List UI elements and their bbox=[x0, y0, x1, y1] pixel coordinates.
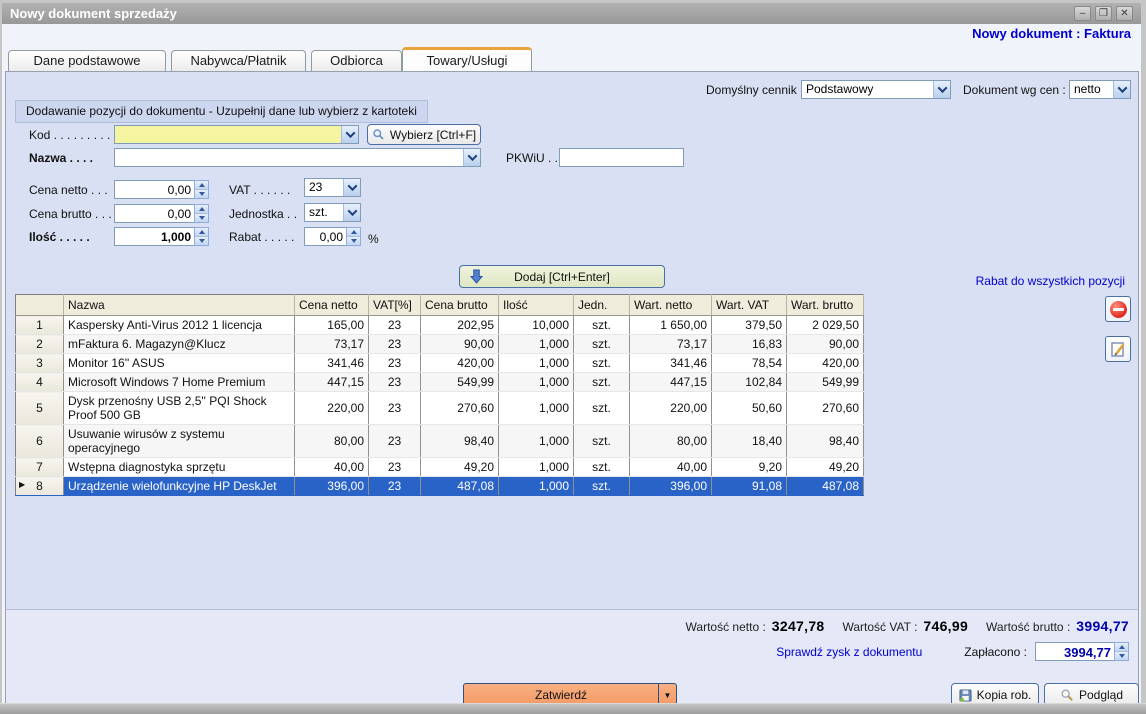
col-cena-brutto: Cena brutto bbox=[421, 295, 499, 316]
col-vat: VAT[%] bbox=[369, 295, 421, 316]
window-controls: – ❐ ✕ bbox=[1074, 6, 1133, 21]
wartosc-netto-label: Wartość netto : bbox=[686, 620, 766, 634]
window-title: Nowy dokument sprzedaży bbox=[10, 6, 177, 21]
maximize-icon[interactable]: ❐ bbox=[1095, 6, 1112, 21]
spin-up-icon[interactable] bbox=[195, 228, 208, 237]
chevron-down-icon[interactable] bbox=[933, 81, 950, 98]
pkwiu-label: PKWiU . . bbox=[506, 151, 558, 165]
tab-towary-uslugi[interactable]: Towary/Usługi bbox=[402, 47, 532, 71]
search-icon bbox=[372, 128, 385, 141]
spin-down-icon[interactable] bbox=[347, 237, 360, 245]
row-selector-icon: ▶ bbox=[19, 480, 25, 489]
col-rowno bbox=[16, 295, 64, 316]
ilosc-spinner[interactable]: 1,000 bbox=[114, 227, 209, 246]
edit-icon bbox=[1110, 341, 1127, 358]
chevron-down-icon[interactable] bbox=[341, 126, 358, 143]
wartosc-vat-value: 746,99 bbox=[923, 618, 968, 634]
paid-line: Sprawdź zysk z dokumentu Zapłacono : 399… bbox=[776, 642, 1129, 661]
col-jedn: Jedn. bbox=[574, 295, 630, 316]
add-item-section-header: Dodawanie pozycji do dokumentu - Uzupełn… bbox=[15, 100, 428, 123]
col-wart-vat: Wart. VAT bbox=[712, 295, 787, 316]
app-body: Nowy dokument : Faktura Dane podstawowe … bbox=[2, 24, 1141, 703]
spin-up-icon[interactable] bbox=[195, 205, 208, 214]
chevron-down-icon[interactable] bbox=[343, 179, 360, 196]
jednostka-label: Jednostka . . bbox=[229, 207, 297, 221]
minimize-icon[interactable]: – bbox=[1074, 6, 1091, 21]
jednostka-select[interactable]: szt. bbox=[304, 203, 361, 222]
ilosc-label: Ilość . . . . . bbox=[29, 230, 90, 244]
zaplacono-label: Zapłacono : bbox=[964, 645, 1027, 659]
table-row[interactable]: 1 Kaspersky Anti-Virus 2012 1 licencja 1… bbox=[16, 316, 864, 335]
rabat-label: Rabat . . . . . bbox=[229, 230, 294, 244]
totals-line: Wartość netto : 3247,78 Wartość VAT : 74… bbox=[686, 618, 1129, 634]
doc-prices-select[interactable]: netto bbox=[1069, 80, 1131, 99]
wybierz-button[interactable]: Wybierz [Ctrl+F] bbox=[367, 124, 481, 145]
vat-select[interactable]: 23 bbox=[304, 178, 361, 197]
tab-dane-podstawowe[interactable]: Dane podstawowe bbox=[8, 50, 166, 71]
col-nazwa: Nazwa bbox=[64, 295, 295, 316]
default-pricelist-label: Domyślny cennik : bbox=[706, 83, 803, 97]
magnifier-icon bbox=[1060, 688, 1074, 702]
save-icon bbox=[959, 689, 972, 702]
spin-down-icon[interactable] bbox=[195, 190, 208, 198]
edit-item-button[interactable] bbox=[1105, 336, 1131, 362]
table-row[interactable]: 5 Dysk przenośny USB 2,5'' PQI Shock Pro… bbox=[16, 392, 864, 425]
cena-brutto-label: Cena brutto . . . bbox=[29, 207, 112, 221]
vat-label: VAT . . . . . . bbox=[229, 183, 290, 197]
spin-up-icon[interactable] bbox=[1115, 643, 1128, 652]
spin-up-icon[interactable] bbox=[347, 228, 360, 237]
spin-up-icon[interactable] bbox=[195, 181, 208, 190]
wartosc-brutto-value: 3994,77 bbox=[1076, 618, 1129, 634]
rabat-unit-label: % bbox=[368, 232, 379, 246]
table-row[interactable]: 7 Wstępna diagnostyka sprzętu 40,00 23 4… bbox=[16, 458, 864, 477]
wartosc-netto-value: 3247,78 bbox=[772, 618, 825, 634]
wartosc-vat-label: Wartość VAT : bbox=[843, 620, 918, 634]
chevron-down-icon[interactable] bbox=[343, 204, 360, 221]
table-row[interactable]: 2 mFaktura 6. Magazyn@Klucz 73,17 23 90,… bbox=[16, 335, 864, 354]
doc-prices-label: Dokument wg cen : bbox=[963, 83, 1066, 97]
zaplacono-spinner[interactable]: 3994,77 bbox=[1035, 642, 1129, 661]
table-row[interactable]: 6 Usuwanie wirusów z systemu operacyjneg… bbox=[16, 425, 864, 458]
remove-icon bbox=[1110, 301, 1127, 318]
tab-nabywca-platnik[interactable]: Nabywca/Płatnik bbox=[171, 50, 306, 71]
kod-input[interactable] bbox=[114, 125, 359, 144]
table-row-selected[interactable]: ▶8 Urządzenie wielofunkcyjne HP DeskJet … bbox=[16, 477, 864, 496]
nazwa-input[interactable] bbox=[114, 148, 481, 167]
spin-down-icon[interactable] bbox=[195, 214, 208, 222]
dodaj-button[interactable]: Dodaj [Ctrl+Enter] bbox=[459, 265, 665, 288]
spin-down-icon[interactable] bbox=[195, 237, 208, 245]
default-pricelist-select[interactable]: Podstawowy bbox=[801, 80, 951, 99]
col-ilosc: Ilość bbox=[499, 295, 574, 316]
pkwiu-input[interactable] bbox=[559, 148, 684, 167]
app-window: Nowy dokument sprzedaży – ❐ ✕ Nowy dokum… bbox=[0, 0, 1146, 714]
items-table: Nazwa Cena netto VAT[%] Cena brutto Iloś… bbox=[15, 294, 864, 496]
rabat-all-link[interactable]: Rabat do wszystkich pozycji bbox=[976, 274, 1125, 288]
table-row[interactable]: 3 Monitor 16'' ASUS 341,46 23 420,00 1,0… bbox=[16, 354, 864, 373]
tab-odbiorca[interactable]: Odbiorca bbox=[311, 50, 402, 71]
close-icon[interactable]: ✕ bbox=[1116, 6, 1133, 21]
chevron-down-icon[interactable] bbox=[463, 149, 480, 166]
wartosc-brutto-label: Wartość brutto : bbox=[986, 620, 1070, 634]
remove-item-button[interactable] bbox=[1105, 296, 1131, 322]
spin-down-icon[interactable] bbox=[1115, 652, 1128, 660]
cena-netto-spinner[interactable]: 0,00 bbox=[114, 180, 209, 199]
rabat-spinner[interactable]: 0,00 bbox=[304, 227, 361, 246]
title-bar: Nowy dokument sprzedaży – ❐ ✕ bbox=[2, 3, 1141, 24]
cena-netto-label: Cena netto . . . bbox=[29, 183, 108, 197]
document-type-heading: Nowy dokument : Faktura bbox=[972, 26, 1131, 41]
cena-brutto-spinner[interactable]: 0,00 bbox=[114, 204, 209, 223]
arrow-down-icon bbox=[470, 269, 483, 284]
table-row[interactable]: 4 Microsoft Windows 7 Home Premium 447,1… bbox=[16, 373, 864, 392]
nazwa-label: Nazwa . . . . bbox=[29, 151, 93, 165]
sprawdz-zysk-link[interactable]: Sprawdź zysk z dokumentu bbox=[776, 645, 922, 659]
towary-uslugi-panel: Domyślny cennik : Podstawowy Dokument wg… bbox=[5, 71, 1139, 714]
status-bar bbox=[0, 703, 1146, 714]
col-wart-netto: Wart. netto bbox=[630, 295, 712, 316]
chevron-down-icon[interactable] bbox=[1113, 81, 1130, 98]
table-header-row: Nazwa Cena netto VAT[%] Cena brutto Iloś… bbox=[16, 295, 864, 316]
col-cena-netto: Cena netto bbox=[295, 295, 369, 316]
summary-footer: Wartość netto : 3247,78 Wartość VAT : 74… bbox=[6, 609, 1138, 714]
col-wart-brutto: Wart. brutto bbox=[787, 295, 864, 316]
kod-label: Kod . . . . . . . . . bbox=[29, 128, 110, 142]
